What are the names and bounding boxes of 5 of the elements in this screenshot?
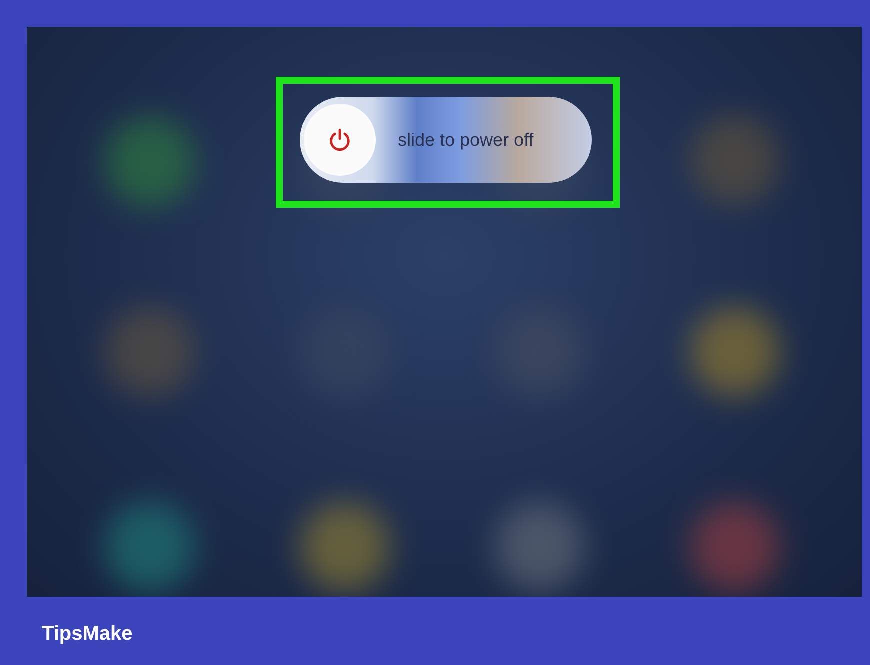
power-icon [327, 127, 353, 153]
slider-label: slide to power off [398, 130, 534, 150]
caption-text: TipsMake [42, 623, 133, 646]
slider-knob[interactable] [304, 104, 376, 176]
power-off-slider[interactable]: slide to power off [300, 97, 592, 183]
